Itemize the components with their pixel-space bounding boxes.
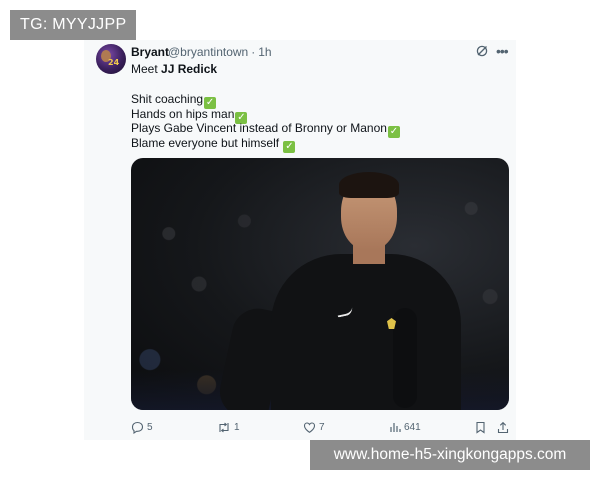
watermark-url: www.home-h5-xingkongapps.com xyxy=(310,440,590,470)
retweet-icon xyxy=(219,422,229,432)
tweet-line-text: Shit coaching xyxy=(131,92,204,106)
bookmark-button[interactable] xyxy=(475,420,486,434)
views-icon xyxy=(390,423,401,432)
share-button[interactable] xyxy=(497,420,509,434)
tweet-line: Hands on hips man ✓ xyxy=(131,106,400,124)
reply-button[interactable]: 5 xyxy=(131,420,153,434)
intro-prefix: Meet xyxy=(131,62,162,76)
reply-icon xyxy=(131,421,144,434)
author-meta: @bryantintown · 1h xyxy=(168,45,272,59)
intro-name: JJ Redick xyxy=(161,62,218,76)
tweet-line-text: Hands on hips man xyxy=(131,106,235,121)
tweet-line-text: Blame everyone but himself xyxy=(131,135,283,150)
views-button[interactable]: 641 xyxy=(389,420,421,434)
author-name[interactable]: Bryant xyxy=(131,45,169,59)
tweet-intro: Meet JJ Redick xyxy=(131,62,217,76)
check-emoji-icon: ✓ xyxy=(387,126,400,138)
tweet-line: Plays Gabe Vincent instead of Bronny or … xyxy=(131,121,400,138)
tweet-line: Shit coaching ✓ xyxy=(131,92,400,109)
like-count: 7 xyxy=(319,421,325,433)
tweet-line: Blame everyone but himself ✓ xyxy=(131,135,400,153)
post-time[interactable]: 1h xyxy=(258,45,271,59)
views-count: 641 xyxy=(404,421,421,433)
like-button[interactable]: 7 xyxy=(303,420,325,434)
check-emoji-icon: ✓ xyxy=(283,140,296,153)
tweet-photo[interactable] xyxy=(131,158,509,410)
tweet-actions: 5 1 7 641 xyxy=(131,420,511,436)
photo-person-arm xyxy=(393,308,417,408)
meta-separator: · xyxy=(251,45,256,59)
heart-icon xyxy=(303,421,316,433)
more-icon[interactable]: ••• xyxy=(496,44,510,58)
grok-icon[interactable] xyxy=(476,45,488,57)
share-icon xyxy=(497,421,509,433)
bookmark-icon xyxy=(476,421,485,434)
photo-person-hair xyxy=(339,172,399,198)
avatar[interactable]: 24 xyxy=(96,44,126,74)
watermark-tag: TG: MYYJJPP xyxy=(10,10,137,40)
tweet-body: Shit coaching ✓ Hands on hips man ✓ Plays … xyxy=(131,92,400,153)
tweet-line-text: Plays Gabe Vincent instead of Bronny or … xyxy=(131,121,387,135)
author-handle[interactable]: @bryantintown xyxy=(168,45,248,59)
avatar-jersey-number: 24 xyxy=(108,58,120,67)
reply-count: 5 xyxy=(147,421,153,433)
photo-person-body xyxy=(271,254,461,410)
retweet-count: 1 xyxy=(234,421,240,433)
retweet-button[interactable]: 1 xyxy=(217,420,240,434)
